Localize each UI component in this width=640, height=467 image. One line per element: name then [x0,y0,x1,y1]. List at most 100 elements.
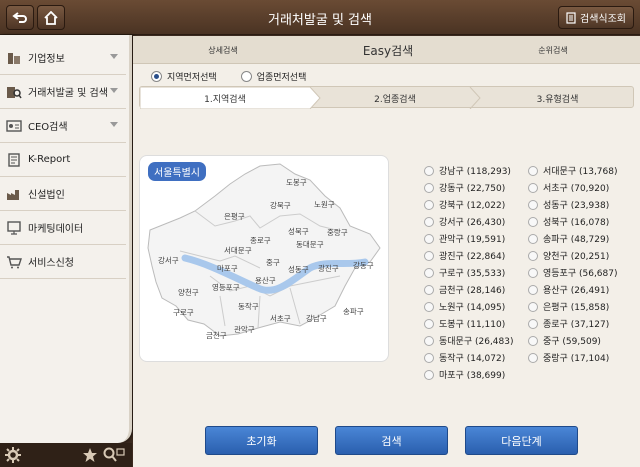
district-label: 중랑구 (17,104) [543,354,610,364]
district-option[interactable]: 용산구 (26,491) [528,281,609,298]
map-district[interactable]: 용산구 [255,275,276,286]
search-query-label: 검색식조회 [580,14,626,25]
district-option[interactable]: 구로구 (35,533) [424,264,505,281]
sidebar-item-marketing-data[interactable]: 마케팅데이터 [0,211,126,245]
cart-icon [7,255,22,268]
search-button[interactable]: 검색 [335,426,448,455]
district-option[interactable]: 강남구 (118,293) [424,162,511,179]
map-district[interactable]: 서대문구 [224,245,252,256]
district-label: 강서구 (26,430) [439,218,506,228]
map-district[interactable]: 중랑구 [327,227,348,238]
chevron-down-icon [110,88,118,93]
district-option[interactable]: 관악구 (19,591) [424,230,505,247]
district-label: 영등포구 (56,687) [543,269,618,279]
district-option[interactable]: 마포구 (38,699) [424,366,505,383]
map-district[interactable]: 동대문구 [296,239,324,250]
radio-icon [424,335,434,346]
district-option[interactable]: 동대문구 (26,483) [424,332,514,349]
radio-region-first[interactable] [151,70,162,82]
star-icon[interactable] [82,447,98,463]
district-option[interactable]: 강북구 (12,022) [424,196,505,213]
district-label: 동작구 (14,072) [439,354,506,364]
search-icon[interactable] [103,447,125,463]
district-label: 금천구 (28,146) [439,286,506,296]
district-option[interactable]: 노원구 (14,095) [424,298,505,315]
reset-button[interactable]: 초기화 [205,426,318,455]
sidebar-item-new-corp[interactable]: 신설법인 [0,177,126,211]
radio-icon [528,284,538,295]
district-option[interactable]: 양천구 (20,251) [528,247,609,264]
district-option[interactable]: 광진구 (22,864) [424,247,505,264]
radio-icon [528,199,538,210]
map-district[interactable]: 종로구 [250,235,271,246]
map-district[interactable]: 관악구 [234,324,255,335]
main-panel: 상세검색 Easy검색 순위검색 지역먼저선택 업종먼저선택 1.지역검색 2.… [133,36,640,467]
radio-industry-first[interactable] [240,70,252,82]
district-option[interactable]: 송파구 (48,729) [528,230,609,247]
map-district[interactable]: 도봉구 [286,177,307,188]
map-district[interactable]: 강북구 [270,200,291,211]
sidebar-item-label: 서비스신청 [28,258,74,269]
sidebar-footer [0,443,132,467]
map-district[interactable]: 은평구 [224,211,245,222]
district-label: 강동구 (22,750) [439,184,506,194]
district-label: 광진구 (22,864) [439,252,506,262]
district-option[interactable]: 영등포구 (56,687) [528,264,618,281]
sidebar-item-service-request[interactable]: 서비스신청 [0,245,126,279]
map-district[interactable]: 동작구 [238,301,259,312]
sidebar-item-label: 기업정보 [28,54,65,65]
map-district[interactable]: 마포구 [217,263,238,274]
district-option[interactable]: 강서구 (26,430) [424,213,505,230]
step-region: 1.지역검색 [204,94,246,105]
tab-rank-search[interactable]: 순위검색 [483,36,623,64]
district-option[interactable]: 중구 (59,509) [528,332,601,349]
map-district[interactable]: 금천구 [206,330,227,341]
district-option[interactable]: 종로구 (37,127) [528,315,609,332]
district-option[interactable]: 강동구 (22,750) [424,179,505,196]
map-district[interactable]: 양천구 [178,287,199,298]
map-district[interactable]: 강서구 [158,255,179,266]
document-list-icon [566,11,576,24]
district-option[interactable]: 성북구 (16,078) [528,213,609,230]
district-option[interactable]: 금천구 (28,146) [424,281,505,298]
search-query-button[interactable]: 검색식조회 [558,6,634,29]
sidebar-item-ceo-search[interactable]: CEO검색 [0,109,126,143]
next-step-button[interactable]: 다음단계 [465,426,578,455]
map-district[interactable]: 노원구 [314,199,335,210]
radio-icon [528,267,538,278]
map-district[interactable]: 성동구 [288,264,309,275]
district-label: 강북구 (12,022) [439,201,506,211]
district-option[interactable]: 은평구 (15,858) [528,298,609,315]
tab-detail-search[interactable]: 상세검색 [153,36,293,64]
district-label: 서초구 (70,920) [543,184,610,194]
sidebar-item-company-info[interactable]: 기업정보 [0,41,126,75]
map-district[interactable]: 구로구 [173,307,194,318]
radio-icon [528,352,538,363]
map-district[interactable]: 광진구 [318,263,339,274]
district-option[interactable]: 성동구 (23,938) [528,196,609,213]
chevron-down-icon [110,122,118,127]
map-district[interactable]: 강남구 [306,313,327,324]
district-option[interactable]: 서초구 (70,920) [528,179,609,196]
map-district[interactable]: 강동구 [353,260,374,271]
sidebar-item-label: 거래처발굴 및 검색 [28,88,108,99]
map-district[interactable]: 송파구 [343,306,364,317]
district-label: 성동구 (23,938) [543,201,610,211]
district-option[interactable]: 서대문구 (13,768) [528,162,618,179]
map-district[interactable]: 서초구 [270,313,291,324]
top-bar: 거래처발굴 및 검색 검색식조회 [0,0,640,35]
sidebar-item-client-search[interactable]: 거래처발굴 및 검색 [0,75,126,109]
district-option[interactable]: 중랑구 (17,104) [528,349,609,366]
district-option[interactable]: 도봉구 (11,110) [424,315,505,332]
factory-icon [7,189,19,200]
district-label: 용산구 (26,491) [543,286,610,296]
tab-easy-search[interactable]: Easy검색 [308,36,468,64]
radio-icon [424,250,434,261]
map-district[interactable]: 영등포구 [212,282,240,293]
map-district[interactable]: 중구 [266,257,280,268]
gear-icon[interactable] [5,447,21,463]
radio-icon [528,250,538,261]
sidebar-item-k-report[interactable]: K-Report [0,143,126,177]
district-option[interactable]: 동작구 (14,072) [424,349,505,366]
map-district[interactable]: 성북구 [288,226,309,237]
